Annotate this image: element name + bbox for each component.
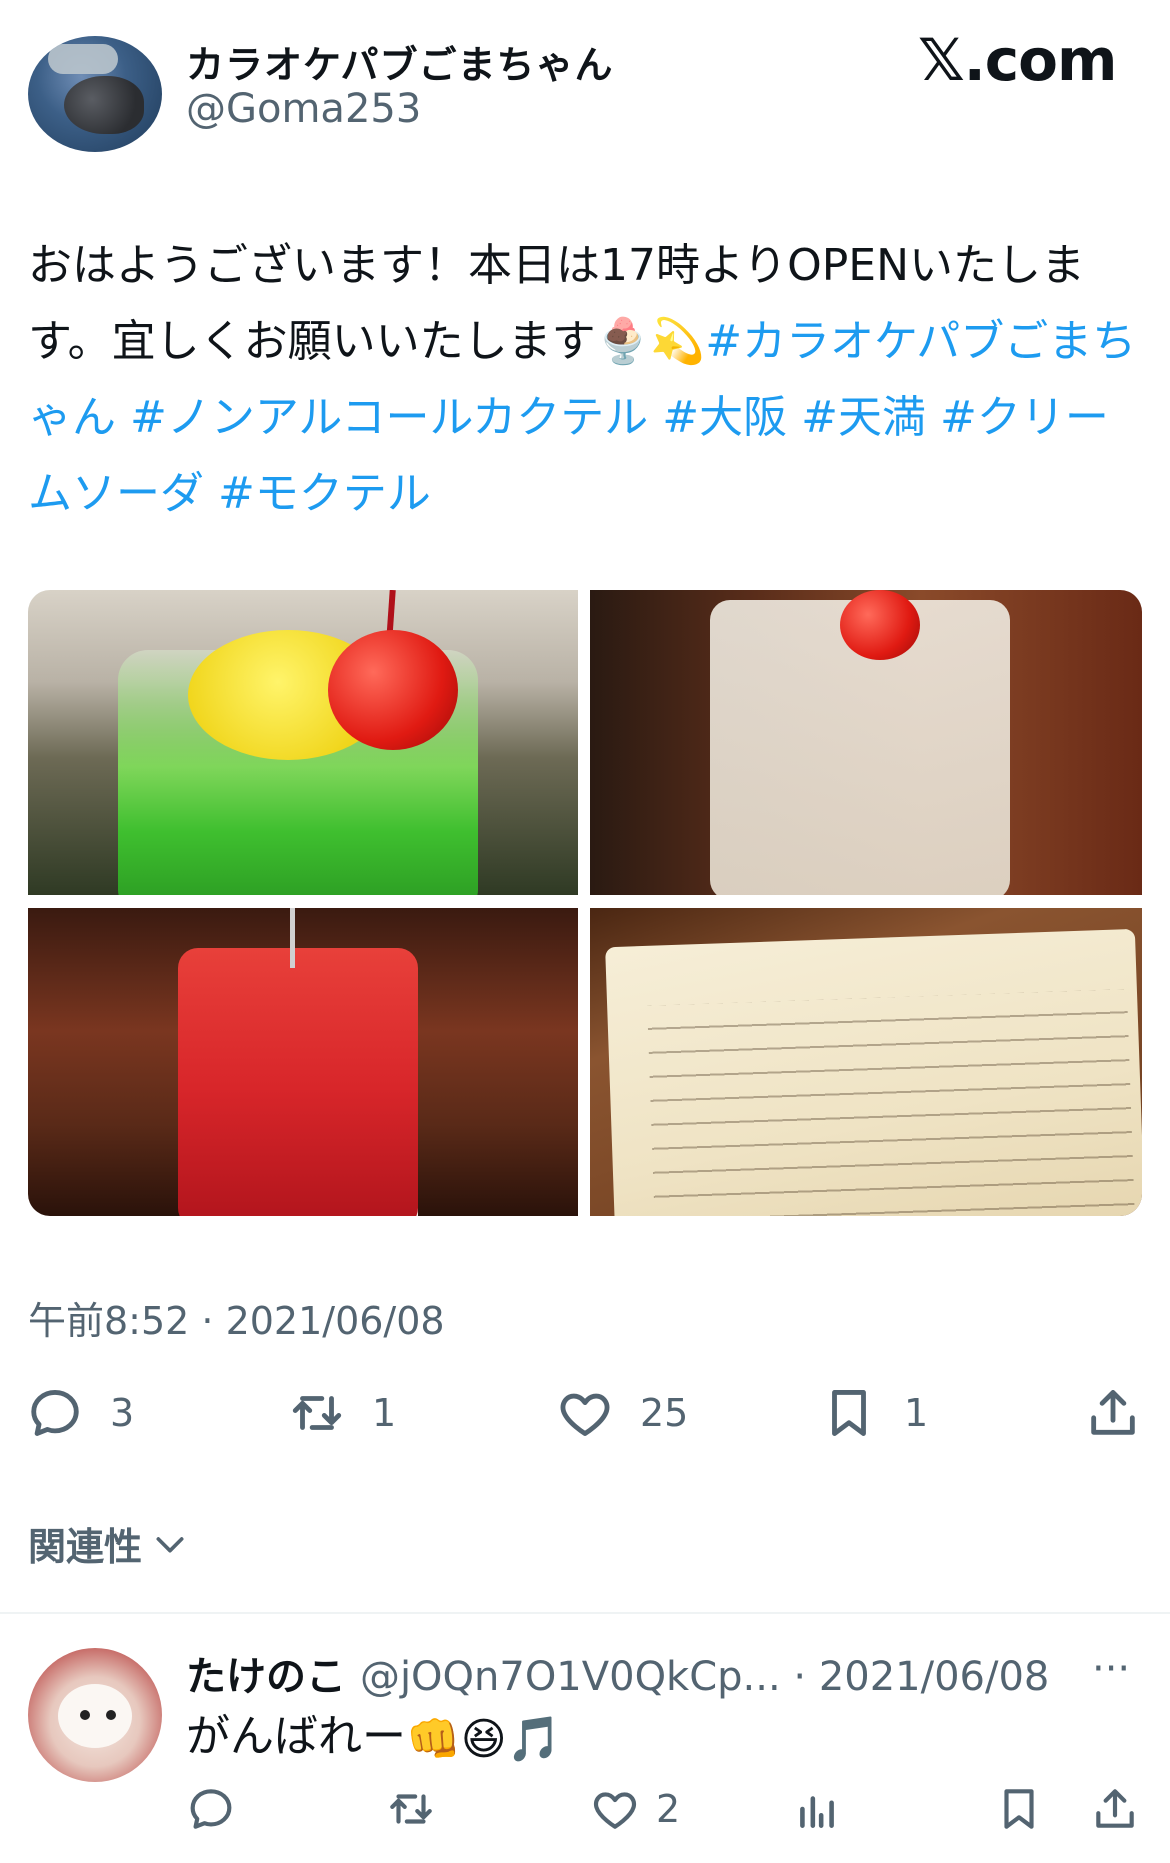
retweet-icon	[390, 1794, 432, 1824]
reply-like-count: 2	[656, 1787, 681, 1831]
like-count: 25	[640, 1391, 689, 1435]
reply-reply-button[interactable]	[186, 1784, 236, 1834]
media-photo-2[interactable]	[590, 590, 1142, 895]
analytics-icon	[800, 1796, 834, 1828]
bookmark-button[interactable]: 1	[820, 1384, 928, 1442]
share-icon	[1091, 1390, 1135, 1435]
cherry	[840, 590, 920, 660]
author-display-name[interactable]: カラオケパブごまちゃん	[186, 34, 613, 89]
like-button[interactable]: 25	[556, 1384, 688, 1442]
author-avatar[interactable]	[28, 36, 162, 152]
share-icon	[1096, 1789, 1134, 1828]
reply-retweet-button[interactable]	[386, 1784, 436, 1834]
chevron-down-icon	[156, 1536, 184, 1552]
x-logo: 𝕏.com	[918, 26, 1117, 94]
bookmark-icon	[832, 1390, 866, 1436]
straw	[290, 908, 295, 968]
reply-avatar[interactable]	[28, 1648, 162, 1782]
retweet-button[interactable]: 1	[288, 1384, 396, 1442]
retweet-icon	[292, 1396, 342, 1430]
reply-share-button[interactable]	[1090, 1784, 1140, 1834]
hashtag-osaka[interactable]: #大阪	[662, 392, 787, 443]
media-photo-1[interactable]	[28, 590, 578, 895]
relevance-sort-button[interactable]: 関連性	[28, 1516, 190, 1571]
avatar-eye-right	[106, 1710, 116, 1720]
more-options-icon[interactable]: ···	[1092, 1646, 1130, 1692]
retweet-count: 1	[372, 1391, 397, 1435]
hashtag-mocktail[interactable]: #モクテル	[218, 468, 431, 519]
heart-icon	[593, 1792, 637, 1829]
bookmark-icon	[1004, 1789, 1034, 1829]
reply-text: がんばれー👊😆🎵	[186, 1700, 561, 1765]
author-handle[interactable]: @Goma253	[186, 86, 421, 132]
reply-header: たけのこ @jOQn7O1V0QkCp... · 2021/06/08	[186, 1644, 1049, 1702]
menu-paper	[605, 928, 1142, 1216]
media-photo-3[interactable]	[28, 908, 578, 1216]
reply-count: 3	[110, 1391, 135, 1435]
tweet-text: おはようございます！本日は17時よりOPENいたします。宜しくお願いいたします🍨…	[28, 228, 1138, 532]
reply-like-button[interactable]: 2	[590, 1784, 680, 1834]
bookmark-count: 1	[904, 1391, 929, 1435]
divider	[0, 1612, 1170, 1614]
relevance-label: 関連性	[28, 1525, 143, 1569]
heart-icon	[560, 1393, 610, 1436]
reply-views-button[interactable]	[792, 1784, 842, 1834]
avatar-hand	[48, 44, 118, 74]
reply-button[interactable]: 3	[26, 1384, 134, 1442]
tweet-emoji: 🍨💫	[595, 316, 706, 367]
reply-body: がんばれー	[186, 1711, 406, 1762]
red-drink-glass	[178, 948, 418, 1216]
hashtag-tenma[interactable]: #天満	[801, 392, 926, 443]
cherry	[328, 630, 458, 750]
reply-author-handle[interactable]: @jOQn7O1V0QkCp... · 2021/06/08	[360, 1654, 1049, 1700]
share-button[interactable]	[1084, 1384, 1142, 1442]
reply-emoji: 👊😆🎵	[406, 1714, 562, 1765]
avatar-eye-left	[80, 1710, 90, 1720]
menu-handwriting	[647, 989, 1135, 1216]
reply-bookmark-button[interactable]	[994, 1784, 1044, 1834]
avatar-seal	[64, 76, 144, 134]
reply-icon	[31, 1390, 79, 1436]
avatar-face	[58, 1684, 132, 1748]
reply-icon	[190, 1789, 232, 1829]
hashtag-nonalcohol[interactable]: #ノンアルコールカクテル	[130, 392, 648, 443]
media-photo-4[interactable]	[590, 908, 1142, 1216]
tweet-timestamp[interactable]: 午前8:52 · 2021/06/08	[28, 1290, 445, 1345]
reply-author-name[interactable]: たけのこ	[186, 1654, 346, 1700]
